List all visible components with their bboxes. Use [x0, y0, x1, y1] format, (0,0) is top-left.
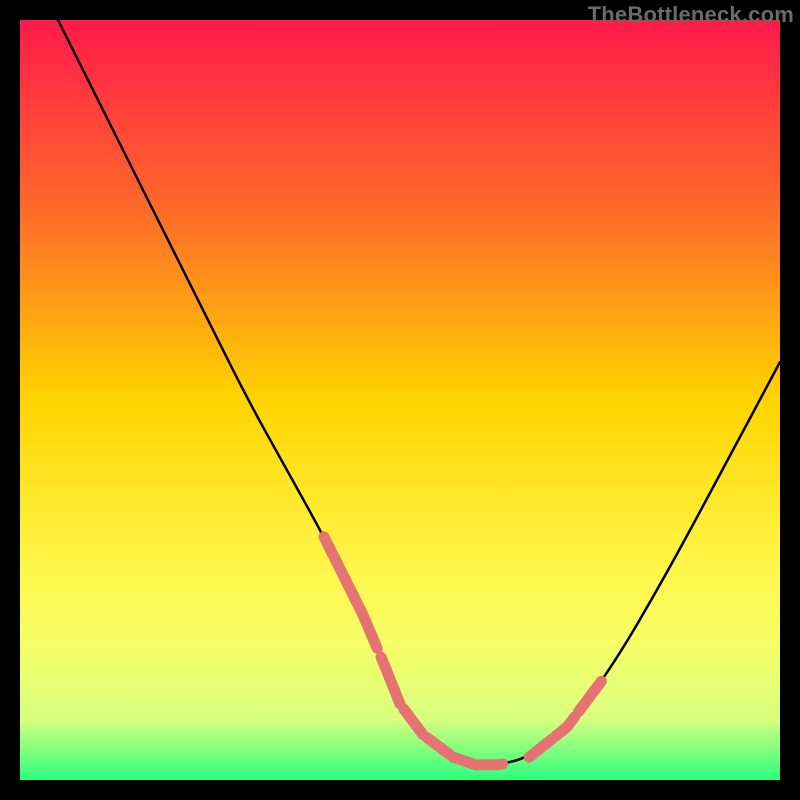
watermark-text: TheBottleneck.com — [588, 2, 794, 28]
chart-svg — [20, 20, 780, 780]
chart-frame — [20, 20, 780, 780]
marker-segment — [453, 757, 476, 765]
marker-segment — [480, 764, 503, 765]
gradient-background — [20, 20, 780, 780]
